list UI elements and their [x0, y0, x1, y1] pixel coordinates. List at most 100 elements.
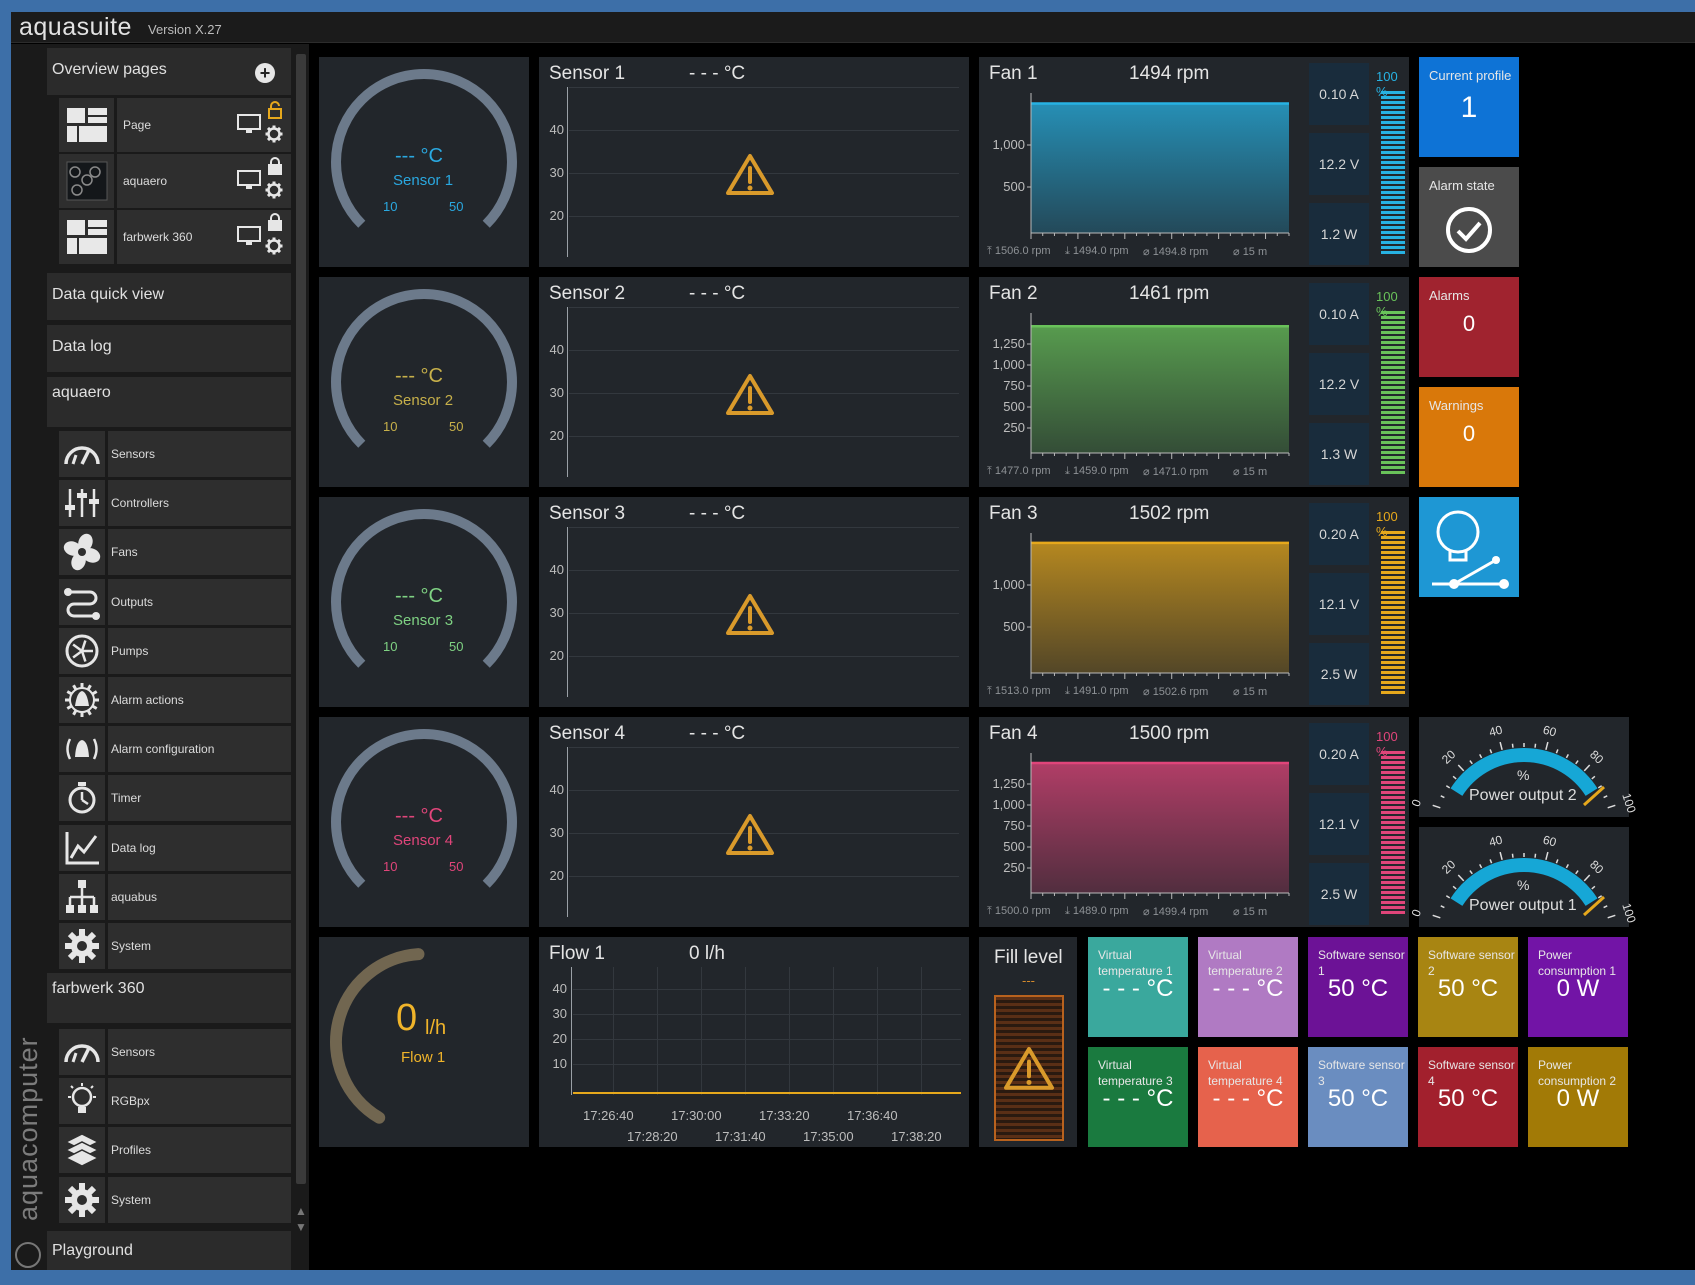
- y-tick-label: 20: [549, 208, 564, 223]
- tile-label-line1: Virtual: [1098, 1058, 1132, 1072]
- y-tick-label: 30: [549, 605, 564, 620]
- value-tile-10[interactable]: Power consumption 20 W: [1528, 1047, 1628, 1147]
- power-output-2-gauge[interactable]: 0 20 40 60 80 100% Power output 2: [1409, 717, 1638, 817]
- rgb-light-toggle[interactable]: [1419, 497, 1519, 597]
- y-tick-label: 40: [549, 122, 564, 137]
- gauge-min: 10: [383, 639, 398, 654]
- tile-label-line1: Virtual: [1208, 948, 1242, 962]
- grid-line: [569, 570, 959, 571]
- value-tile-8[interactable]: Software sensor 3 50 °C: [1308, 1047, 1408, 1147]
- fan-stat: ⤓ 1489.0 rpm: [1065, 905, 1129, 918]
- power-output-name: Power output 2: [1469, 787, 1577, 804]
- fan-stat-value: 1491.0 rpm: [1072, 685, 1129, 697]
- value-tile-6[interactable]: Virtual temperature 3- - - °C: [1088, 1047, 1188, 1147]
- fan-level-bar: [1381, 311, 1405, 474]
- value-tile-2[interactable]: Virtual temperature 2- - - °C: [1198, 937, 1298, 1037]
- y-tick-label: 500: [1003, 179, 1025, 194]
- gauge-max: 50: [449, 859, 464, 874]
- fan-stat: ⤒ 1477.0 rpm: [987, 465, 1051, 478]
- tile-label-line1: Software sensor: [1318, 1058, 1405, 1072]
- chart-axis-line: [567, 747, 568, 917]
- fan-panel-3[interactable]: Fan 3 1502 rpm 1,000 500 ⤒ 1513.0 rpm ⤓ 1491.…: [979, 497, 1409, 707]
- grid-line: [569, 656, 959, 657]
- value-tile-5[interactable]: Power consumption 10 W: [1528, 937, 1628, 1037]
- tile-value: 50 °C: [1437, 1085, 1499, 1112]
- current-profile-value: 1: [1460, 91, 1478, 124]
- span-icon: ⌀: [1233, 906, 1243, 918]
- value-tile-9[interactable]: Software sensor 4 50 °C: [1418, 1047, 1518, 1147]
- sensor-chart-1[interactable]: Sensor 1 - - - °C 40 30 20: [539, 57, 969, 267]
- grid-line: [921, 967, 922, 1095]
- tile-value: 0 W: [1556, 975, 1600, 1002]
- y-tick-label: 500: [1003, 619, 1025, 634]
- warnings-count[interactable]: Warnings 0: [1419, 387, 1519, 487]
- fan-span: ⌀ 15 m: [1233, 905, 1267, 918]
- grid-line: [569, 436, 959, 437]
- fan-panel-4[interactable]: Fan 4 1500 rpm 1,250 1,000 750 500 250 ⤒ 1500.0…: [979, 717, 1409, 927]
- fan-panel-1[interactable]: Fan 1 1494 rpm 1,000 500 ⤒ 1506.0 rpm ⤓ 1494.…: [979, 57, 1409, 267]
- value-tile-7[interactable]: Virtual temperature 4- - - °C: [1198, 1047, 1298, 1147]
- sensor-title: Sensor 3: [549, 503, 626, 524]
- warning-icon: [726, 374, 774, 415]
- sensor-gauge-3[interactable]: --- °C Sensor 3 10 50: [319, 497, 529, 707]
- tile-value: - - - °C: [1102, 975, 1174, 1002]
- power-unit: %: [1517, 877, 1530, 893]
- fan-stat-value: 1477.0 rpm: [994, 465, 1051, 477]
- flow-gauge-value: 0: [396, 997, 418, 1039]
- sensor-gauge-2[interactable]: --- °C Sensor 2 10 50: [319, 277, 529, 487]
- alarms-count[interactable]: Alarms 0: [1419, 277, 1519, 377]
- y-tick-label: 250: [1003, 420, 1025, 435]
- fan-panel-2[interactable]: Fan 2 1461 rpm 1,250 1,000 750 500 250 ⤒ 1477.0…: [979, 277, 1409, 487]
- tile-value: 50 °C: [1327, 1085, 1389, 1112]
- sensor-gauge-1[interactable]: --- °C Sensor 1 10 50: [319, 57, 529, 267]
- sensor-chart-4[interactable]: Sensor 4 - - - °C 40 30 20: [539, 717, 969, 927]
- gauge-max: 50: [449, 639, 464, 654]
- fan-area-fill: [1031, 763, 1289, 893]
- y-tick-label: 40: [549, 782, 564, 797]
- flow-chart[interactable]: Flow 1 0 l/h 40 30 20 10 17:26:40 17:30:00 17:33…: [539, 937, 969, 1147]
- warning-icon: [726, 154, 774, 195]
- power-output-name: Power output 1: [1469, 897, 1577, 914]
- grid-line: [657, 967, 658, 1095]
- power-unit: %: [1517, 767, 1530, 783]
- gauge-value: --- °C: [395, 145, 443, 167]
- chart-axis-line: [567, 527, 568, 697]
- value-tile-3[interactable]: Software sensor 1 50 °C: [1308, 937, 1408, 1037]
- grid-line: [573, 1014, 961, 1015]
- fan-level-bar: [1381, 91, 1405, 254]
- dashboard: --- °C Sensor 1 10 50 Sensor 1- - - °C 40 30 20…: [11, 12, 1695, 1270]
- grid-line: [569, 130, 959, 131]
- warning-icon: [1004, 1046, 1054, 1090]
- grid-line: [569, 216, 959, 217]
- value-tile-1[interactable]: Virtual temperature 1- - - °C: [1088, 937, 1188, 1037]
- gauge-min: 10: [383, 199, 398, 214]
- alarm-state[interactable]: Alarm state: [1419, 167, 1519, 267]
- checkmark-circle-icon: [1446, 207, 1492, 253]
- y-tick-label: 750: [1003, 818, 1025, 833]
- flow-value: 0 l/h: [689, 943, 725, 964]
- sensor-gauge-4[interactable]: --- °C Sensor 4 10 50: [319, 717, 529, 927]
- min-icon: ⤓: [1065, 905, 1073, 917]
- sensor-chart-2[interactable]: Sensor 2 - - - °C 40 30 20: [539, 277, 969, 487]
- y-tick-label: 30: [549, 825, 564, 840]
- fan-voltage: 12.2 V: [1309, 353, 1369, 415]
- x-tick-label: 17:33:20: [759, 1108, 810, 1123]
- span-icon: ⌀: [1233, 466, 1243, 478]
- power-output-1-gauge[interactable]: 0 20 40 60 80 100% Power output 1: [1409, 827, 1638, 927]
- tile-label-line1: Software sensor: [1318, 948, 1405, 962]
- gauge-max: 50: [449, 419, 464, 434]
- y-tick-label: 500: [1003, 399, 1025, 414]
- y-tick-label: 250: [1003, 860, 1025, 875]
- fan-power: 2.5 W: [1309, 643, 1369, 705]
- span-value: 15 m: [1242, 686, 1268, 698]
- tile-label-line1: Power: [1538, 948, 1573, 962]
- sensor-chart-3[interactable]: Sensor 3 - - - °C 40 30 20: [539, 497, 969, 707]
- fan-current: 0.10 A: [1309, 63, 1369, 125]
- y-tick-label: 30: [552, 1006, 567, 1021]
- current-profile[interactable]: Current profile 1: [1419, 57, 1519, 157]
- x-tick-label: 17:31:40: [715, 1129, 766, 1144]
- flow-gauge[interactable]: 0 l/h Flow 1: [319, 937, 529, 1147]
- fill-level[interactable]: Fill level ---: [979, 937, 1077, 1147]
- grid-line: [569, 747, 959, 748]
- value-tile-4[interactable]: Software sensor 2 50 °C: [1418, 937, 1518, 1037]
